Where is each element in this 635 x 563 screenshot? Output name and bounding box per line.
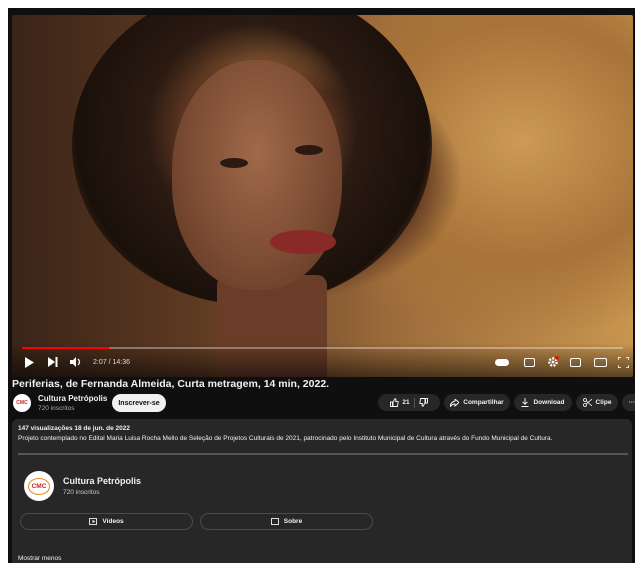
fullscreen-button[interactable] (618, 355, 629, 369)
description-divider (18, 453, 628, 455)
play-icon (25, 356, 34, 368)
clip-button[interactable]: Clipe (576, 394, 618, 411)
share-button[interactable]: Compartilhar (444, 394, 510, 411)
like-count: 21 (402, 399, 410, 406)
share-icon (450, 398, 460, 407)
download-label: Download (533, 399, 565, 406)
fullscreen-icon (618, 356, 629, 368)
video-frame-eye-left (220, 158, 248, 168)
play-button[interactable] (24, 355, 34, 369)
channel-avatar[interactable]: CMC (13, 394, 31, 412)
volume-icon (70, 357, 81, 367)
autoplay-toggle[interactable] (495, 355, 509, 369)
like-divider (413, 397, 415, 408)
video-title: Periferias, de Fernanda Almeida, Curta m… (12, 378, 330, 390)
time-display: 2:07 / 14:36 (93, 358, 130, 366)
next-icon (48, 357, 58, 367)
description-meta: 147 visualizações 18 de jun. de 2022 (18, 425, 131, 432)
download-button[interactable]: Download (514, 394, 572, 411)
subtitles-icon (524, 357, 535, 367)
description-channel-name[interactable]: Cultura Petrópolis (63, 476, 141, 486)
player-controls: 2:07 / 14:36 (12, 343, 633, 377)
settings-icon (548, 356, 559, 367)
video-player[interactable]: 2:07 / 14:36 (12, 15, 633, 377)
clip-label: Clipe (595, 399, 612, 406)
thumbs-down-icon (418, 398, 428, 407)
scissors-icon (582, 398, 592, 407)
about-icon (270, 518, 279, 525)
show-less-link[interactable]: Mostrar menos (18, 555, 61, 562)
channel-name[interactable]: Cultura Petrópolis (38, 394, 107, 403)
subtitles-button[interactable] (524, 355, 535, 369)
volume-button[interactable] (70, 355, 82, 369)
like-dislike-group: 21 (378, 394, 440, 411)
more-icon: ··· (628, 399, 635, 406)
channel-subscribers: 720 inscritos (38, 405, 75, 412)
theater-icon (594, 357, 607, 367)
progress-bar-fill (22, 347, 110, 349)
videos-label: Vídeos (102, 518, 124, 525)
miniplayer-button[interactable] (570, 355, 581, 369)
video-frame-face (172, 60, 342, 290)
next-button[interactable] (48, 355, 58, 369)
video-frame-eye-right (295, 145, 323, 155)
thumbs-up-icon (390, 398, 400, 407)
description-channel-avatar-text: CMC (27, 477, 51, 495)
theater-mode-button[interactable] (594, 355, 607, 369)
videos-icon (89, 518, 98, 525)
description-channel-avatar[interactable]: CMC (24, 471, 54, 501)
settings-button[interactable] (547, 355, 559, 369)
channel-avatar-text: CMC (16, 400, 28, 406)
about-label: Sobre (283, 518, 303, 525)
autoplay-toggle-icon (495, 358, 509, 366)
dislike-button[interactable] (418, 398, 428, 407)
youtube-watch-page: 2:07 / 14:36 Periferias, de Fernanda Alm… (8, 8, 635, 563)
download-icon (521, 398, 529, 407)
video-frame-mouth (270, 230, 336, 254)
progress-bar[interactable] (22, 347, 623, 349)
more-actions-button[interactable]: ··· (622, 394, 635, 411)
like-button[interactable]: 21 (390, 398, 410, 407)
screenshot-frame: 2:07 / 14:36 Periferias, de Fernanda Alm… (0, 0, 635, 563)
description-box[interactable]: 147 visualizações 18 de jun. de 2022 Pro… (12, 419, 632, 563)
about-button[interactable]: Sobre (200, 513, 373, 530)
miniplayer-icon (570, 357, 581, 367)
description-channel-subscribers: 720 inscritos (63, 489, 100, 496)
share-label: Compartilhar (463, 399, 504, 406)
subscribe-button[interactable]: Inscrever-se (112, 394, 166, 412)
videos-button[interactable]: Vídeos (20, 513, 193, 530)
description-text: Projeto contemplado no Edital Maria Luis… (18, 435, 553, 442)
